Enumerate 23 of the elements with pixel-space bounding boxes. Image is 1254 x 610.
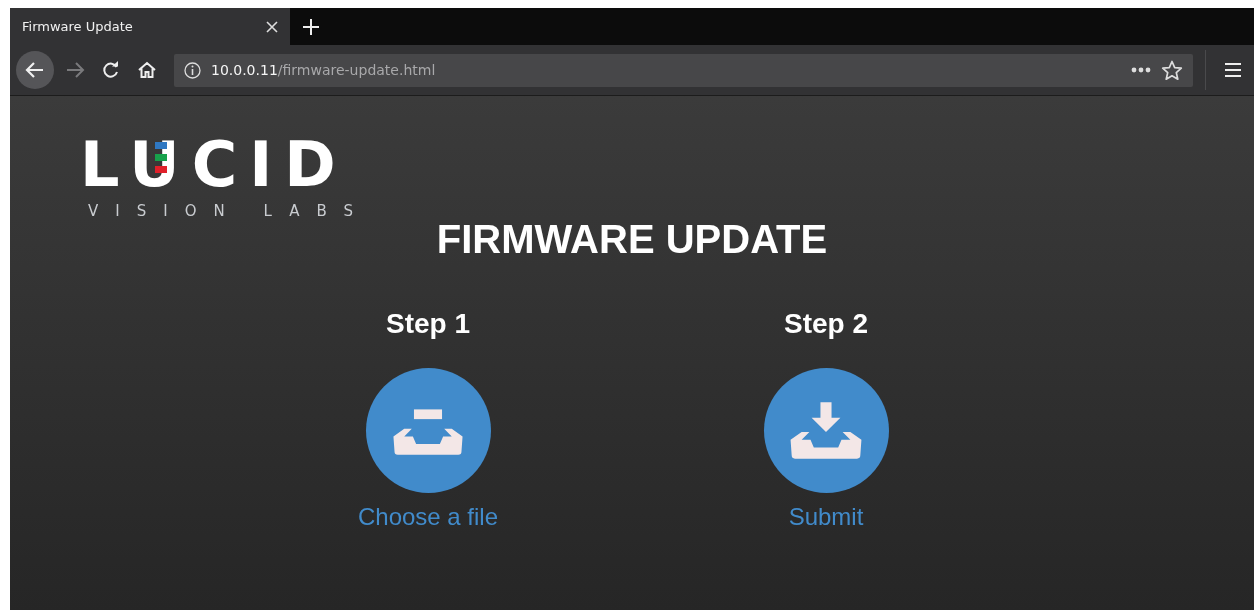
home-icon: [137, 61, 157, 79]
logo-tagline: VISION LABS: [88, 202, 370, 220]
back-button[interactable]: [16, 51, 54, 89]
reload-icon: [102, 61, 120, 79]
url-text: 10.0.0.11/firmware-update.html: [211, 62, 437, 78]
plus-icon: [302, 17, 320, 36]
star-icon[interactable]: [1161, 59, 1183, 81]
close-icon[interactable]: [266, 20, 278, 33]
info-icon[interactable]: [184, 61, 201, 79]
forward-arrow-icon: [65, 61, 85, 79]
logo-wordmark: LUCID: [80, 134, 348, 196]
page-title: FIRMWARE UPDATE: [435, 217, 829, 262]
color-bars-icon: [155, 142, 167, 174]
menu-icon: [1224, 62, 1242, 78]
choose-file-link[interactable]: Choose a file: [357, 503, 499, 531]
download-icon: [788, 399, 864, 462]
submit-link[interactable]: Submit: [788, 503, 864, 531]
back-arrow-icon: [25, 61, 45, 79]
more-icon[interactable]: [1131, 67, 1151, 73]
address-bar[interactable]: 10.0.0.11/firmware-update.html: [174, 53, 1193, 87]
browser-tab[interactable]: Firmware Update: [10, 8, 290, 45]
step-heading: Step 2: [784, 308, 868, 340]
step-heading: Step 1: [386, 308, 470, 340]
